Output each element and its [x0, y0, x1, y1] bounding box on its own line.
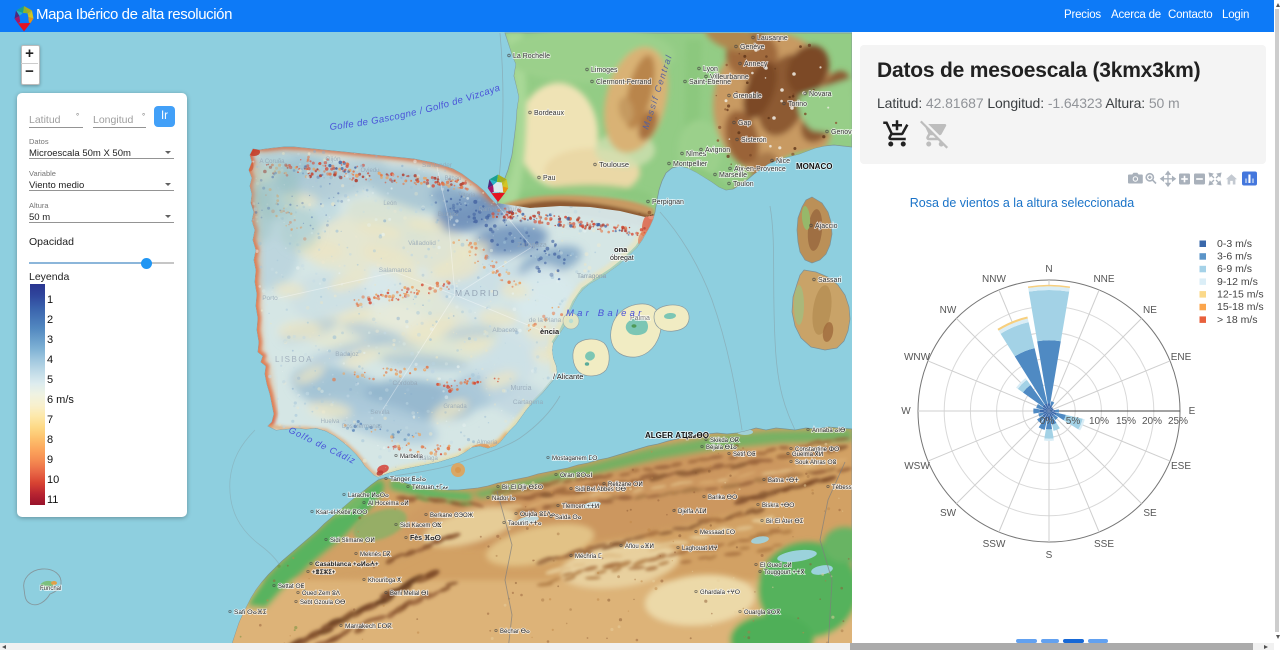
svg-text:SSW: SSW: [983, 539, 1006, 550]
svg-text:10%: 10%: [1089, 416, 1109, 427]
svg-text:> 18 m/s: > 18 m/s: [1217, 314, 1258, 326]
svg-text:E: E: [1189, 406, 1196, 417]
svg-text:WNW: WNW: [904, 352, 931, 363]
svg-text:ENE: ENE: [1171, 352, 1192, 363]
svg-text:0-3 m/s: 0-3 m/s: [1217, 238, 1252, 250]
svg-text:SE: SE: [1143, 508, 1157, 519]
svg-text:5%: 5%: [1066, 416, 1081, 427]
svg-text:25%: 25%: [1168, 416, 1188, 427]
svg-text:N: N: [1045, 264, 1052, 275]
svg-text:WSW: WSW: [904, 461, 930, 472]
svg-text:NE: NE: [1143, 305, 1157, 316]
svg-text:S: S: [1046, 550, 1053, 561]
svg-text:0%: 0%: [1040, 416, 1055, 427]
svg-text:20%: 20%: [1142, 416, 1162, 427]
svg-text:12-15 m/s: 12-15 m/s: [1217, 289, 1264, 301]
svg-text:SW: SW: [940, 508, 957, 519]
svg-text:15%: 15%: [1116, 416, 1136, 427]
svg-text:ESE: ESE: [1171, 461, 1191, 472]
svg-text:6-9 m/s: 6-9 m/s: [1217, 263, 1252, 275]
svg-text:3-6 m/s: 3-6 m/s: [1217, 251, 1252, 263]
svg-text:NW: NW: [940, 305, 957, 316]
svg-text:NNE: NNE: [1093, 274, 1114, 285]
svg-text:SSE: SSE: [1094, 539, 1114, 550]
svg-text:9-12 m/s: 9-12 m/s: [1217, 276, 1258, 288]
svg-text:NNW: NNW: [982, 274, 1006, 285]
svg-text:15-18 m/s: 15-18 m/s: [1217, 301, 1264, 313]
svg-text:W: W: [901, 406, 911, 417]
